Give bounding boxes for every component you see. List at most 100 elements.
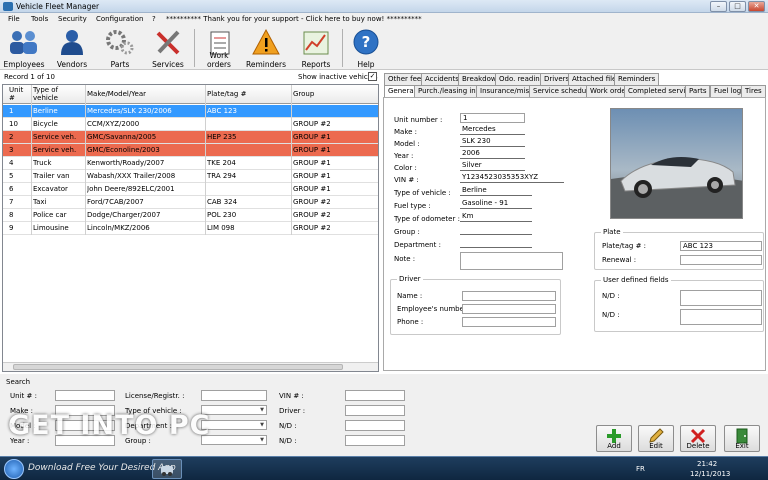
search-unit-label: Unit # : bbox=[10, 392, 37, 400]
col-plate[interactable]: Plate/tag # bbox=[207, 90, 246, 98]
language-indicator[interactable]: FR bbox=[636, 465, 645, 473]
cell-plate: CAB 324 bbox=[207, 198, 238, 206]
chart-icon bbox=[303, 31, 329, 55]
department-field[interactable] bbox=[460, 238, 532, 248]
search-driver-input[interactable] bbox=[345, 405, 405, 416]
table-row[interactable]: 6 Excavator John Deere/892ELC/2001 GROUP #1 bbox=[3, 183, 378, 196]
search-unit-input[interactable] bbox=[55, 390, 115, 401]
year-field[interactable]: 2006 bbox=[460, 149, 525, 159]
fuel-field[interactable]: Gasoline - 91 bbox=[460, 199, 532, 209]
minimize-button[interactable]: – bbox=[710, 1, 727, 12]
note-field[interactable] bbox=[460, 252, 563, 270]
buy-now-link[interactable]: ********** Thank you for your support - … bbox=[166, 15, 422, 23]
search-license-input[interactable] bbox=[201, 390, 267, 401]
driver-name-field[interactable] bbox=[462, 291, 556, 301]
table-row[interactable]: 3 Service veh. GMC/Econoline/2003 GROUP #1 bbox=[3, 144, 378, 157]
unit-number-field[interactable]: 1 bbox=[460, 113, 525, 123]
horizontal-scrollbar[interactable] bbox=[3, 362, 378, 371]
show-inactive-checkbox[interactable]: ✓ bbox=[368, 72, 377, 81]
model-field[interactable]: SLK 230 bbox=[460, 137, 525, 147]
title-bar: Vehicle Fleet Manager – □ ✕ bbox=[0, 0, 768, 13]
table-row[interactable]: 9 Limousine Lincoln/MKZ/2006 LIM 098 GROUP #… bbox=[3, 222, 378, 235]
col-make[interactable]: Make/Model/Year bbox=[87, 90, 146, 98]
edit-button[interactable]: Edit bbox=[638, 425, 674, 452]
menu-file[interactable]: File bbox=[8, 15, 20, 23]
search-department-dropdown[interactable] bbox=[201, 420, 267, 430]
table-row[interactable]: 7 Taxi Ford/7CAB/2007 CAB 324 GROUP #2 bbox=[3, 196, 378, 209]
group-field[interactable] bbox=[460, 225, 532, 235]
cell-group: GROUP #1 bbox=[293, 133, 331, 141]
services-label: Services bbox=[152, 60, 184, 69]
menu-configuration[interactable]: Configuration bbox=[96, 15, 143, 23]
cell-unit: 7 bbox=[9, 198, 14, 206]
tab-parts[interactable]: Parts bbox=[685, 85, 711, 97]
col-type[interactable]: Type of vehicle bbox=[33, 86, 81, 102]
menu-security[interactable]: Security bbox=[58, 15, 87, 23]
cell-plate: LIM 098 bbox=[207, 224, 235, 232]
unit-label: Unit number : bbox=[394, 116, 443, 124]
taskbar-app-button[interactable] bbox=[152, 459, 182, 479]
search-license-label: License/Registr. : bbox=[125, 392, 185, 400]
menu-help[interactable]: ? bbox=[152, 15, 156, 23]
plate-tag-label: Plate/tag # : bbox=[602, 242, 647, 250]
search-type-dropdown[interactable] bbox=[201, 405, 267, 415]
start-button[interactable] bbox=[4, 459, 24, 479]
column-divider bbox=[85, 85, 86, 235]
table-row[interactable]: 4 Truck Kenworth/Roady/2007 TKE 204 GROUP #1 bbox=[3, 157, 378, 170]
reminders-button[interactable]: Reminders bbox=[244, 27, 288, 69]
tab-fuel-log[interactable]: Fuel log bbox=[710, 85, 746, 97]
type-field[interactable]: Berline bbox=[460, 186, 532, 196]
search-nd1-label: N/D : bbox=[279, 422, 297, 430]
department-label: Department : bbox=[394, 241, 441, 249]
tab-reminders[interactable]: Reminders bbox=[614, 73, 660, 85]
scrollbar-thumb[interactable] bbox=[13, 364, 343, 370]
close-button[interactable]: ✕ bbox=[748, 1, 765, 12]
table-row[interactable]: 1 Berline Mercedes/SLK 230/2006 ABC 123 bbox=[3, 105, 378, 118]
vin-label: VIN # : bbox=[394, 176, 419, 184]
table-row[interactable]: 8 Police car Dodge/Charger/2007 POL 230 GROU… bbox=[3, 209, 378, 222]
table-row[interactable]: 5 Trailer van Wabash/XXX Trailer/2008 TRA 2… bbox=[3, 170, 378, 183]
col-group[interactable]: Group bbox=[293, 90, 314, 98]
year-label: Year : bbox=[394, 152, 414, 160]
renewal-field[interactable] bbox=[680, 255, 762, 265]
parts-button[interactable]: Parts bbox=[100, 27, 140, 69]
reports-button[interactable]: Reports bbox=[296, 27, 336, 69]
search-group-dropdown[interactable] bbox=[201, 435, 267, 445]
nd1-field[interactable] bbox=[680, 290, 762, 306]
search-nd1-input[interactable] bbox=[345, 420, 405, 431]
employee-number-field[interactable] bbox=[462, 304, 556, 314]
search-vin-input[interactable] bbox=[345, 390, 405, 401]
nd2-field[interactable] bbox=[680, 309, 762, 325]
search-nd2-input[interactable] bbox=[345, 435, 405, 446]
type-value: Berline bbox=[462, 186, 487, 194]
cell-unit: 9 bbox=[9, 224, 14, 232]
menu-tools[interactable]: Tools bbox=[31, 15, 48, 23]
user-defined-group: User defined fields N/D : N/D : bbox=[594, 276, 764, 332]
help-button[interactable]: ? Help bbox=[348, 27, 384, 69]
color-label: Color : bbox=[394, 164, 417, 172]
cell-type: Bicycle bbox=[33, 120, 58, 128]
employees-label: Employees bbox=[3, 60, 45, 69]
make-field[interactable]: Mercedes bbox=[460, 125, 525, 135]
vendors-button[interactable]: Vendors bbox=[52, 27, 92, 69]
services-button[interactable]: Services bbox=[148, 27, 188, 69]
table-row[interactable]: 2 Service veh. GMC/Savanna/2005 HEP 235 GROU… bbox=[3, 131, 378, 144]
odometer-field[interactable]: Km bbox=[460, 212, 532, 222]
plate-tag-field[interactable]: ABC 123 bbox=[680, 241, 762, 251]
table-row[interactable]: 10 Bicycle CCM/XYZ/2000 GROUP #2 bbox=[3, 118, 378, 131]
exit-button[interactable]: Exit bbox=[724, 425, 760, 452]
vin-field[interactable]: Y1234523035353XYZ bbox=[460, 173, 564, 183]
reports-label: Reports bbox=[301, 60, 331, 69]
add-button[interactable]: Add bbox=[596, 425, 632, 452]
show-inactive-label: Show inactive vehicles bbox=[298, 73, 378, 81]
tab-tires[interactable]: Tires bbox=[741, 85, 766, 97]
odometer-value: Km bbox=[462, 212, 474, 220]
employees-button[interactable]: Employees bbox=[2, 27, 46, 69]
delete-button[interactable]: Delete bbox=[680, 425, 716, 452]
work-orders-button[interactable]: Work orders bbox=[198, 27, 240, 69]
col-unit[interactable]: Unit # bbox=[9, 86, 29, 102]
maximize-button[interactable]: □ bbox=[729, 1, 746, 12]
color-field[interactable]: Silver bbox=[460, 161, 525, 171]
tab-accidents[interactable]: Accidents bbox=[421, 73, 463, 85]
phone-field[interactable] bbox=[462, 317, 556, 327]
